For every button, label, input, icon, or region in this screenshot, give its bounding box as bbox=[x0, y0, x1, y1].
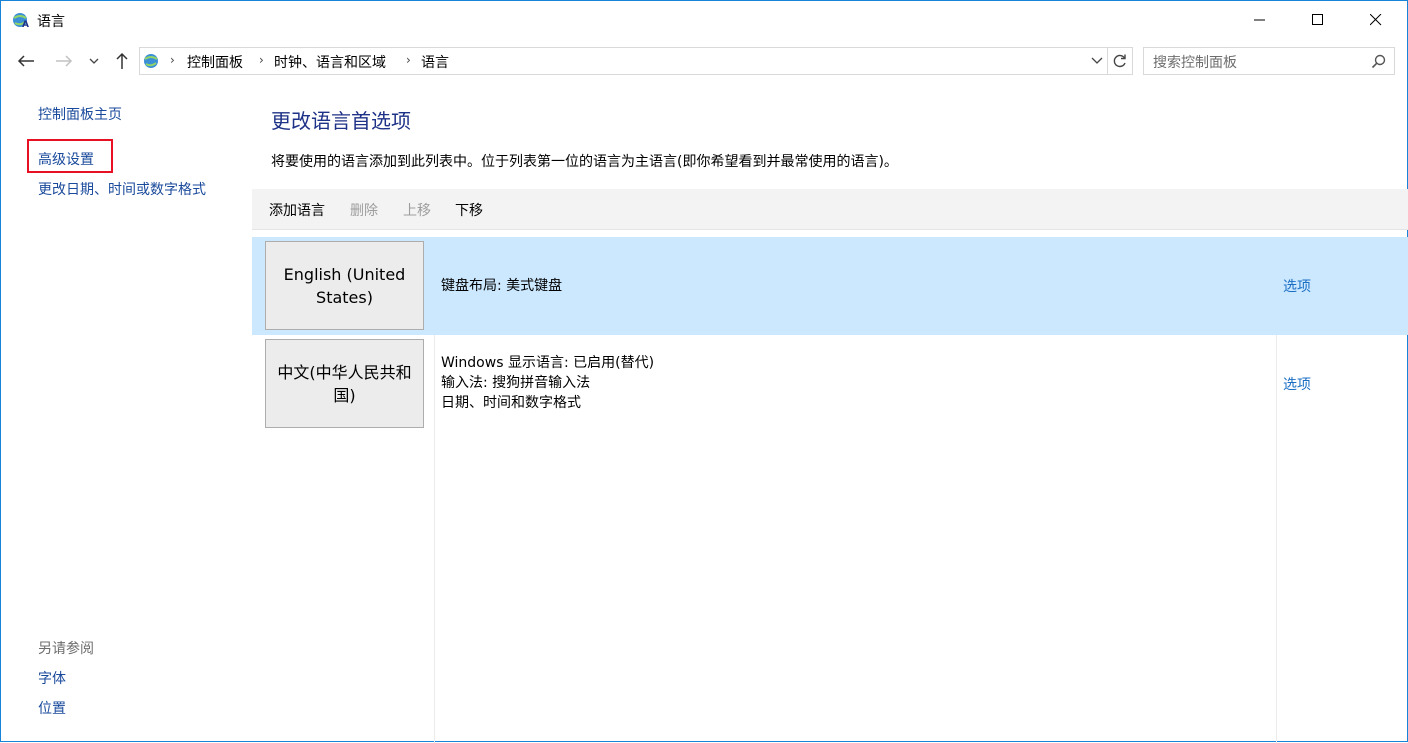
move-down-button[interactable]: 下移 bbox=[455, 200, 483, 220]
language-window: A 语言 › 控制面板 › 时钟、语言和区域 › 语言 搜索控制面板 控制面板主… bbox=[0, 0, 1408, 743]
breadcrumb-language[interactable]: 语言 bbox=[421, 52, 449, 72]
close-icon bbox=[1370, 14, 1382, 26]
search-icon[interactable] bbox=[1371, 54, 1386, 73]
sidebar-link-control-panel-home[interactable]: 控制面板主页 bbox=[38, 104, 122, 124]
language-button-english[interactable]: English (United States) bbox=[265, 241, 424, 330]
minimize-icon bbox=[1254, 19, 1265, 21]
see-also-link-location[interactable]: 位置 bbox=[38, 698, 66, 718]
chevron-right-icon[interactable]: › bbox=[406, 53, 411, 67]
move-up-button[interactable]: 上移 bbox=[403, 200, 431, 220]
up-arrow-icon bbox=[116, 52, 128, 69]
language-details: 键盘布局: 美式键盘 bbox=[441, 276, 562, 296]
language-list: English (United States) 键盘布局: 美式键盘 选项 中文… bbox=[252, 237, 1408, 743]
chevron-right-icon: › bbox=[170, 53, 175, 67]
see-also-link-fonts[interactable]: 字体 bbox=[38, 668, 66, 688]
language-detail-line: 键盘布局: 美式键盘 bbox=[441, 278, 563, 294]
language-details: Windows 显示语言: 已启用(替代) 输入法: 搜狗拼音输入法 日期、时间… bbox=[441, 353, 654, 413]
svg-text:A: A bbox=[22, 20, 29, 30]
page-description: 将要使用的语言添加到此列表中。位于列表第一位的语言为主语言(即你希望看到并最常使… bbox=[271, 154, 898, 170]
language-row-english[interactable]: English (United States) 键盘布局: 美式键盘 选项 bbox=[252, 237, 1408, 335]
page-title: 更改语言首选项 bbox=[271, 109, 411, 133]
forward-arrow-icon bbox=[56, 55, 73, 67]
language-options-link[interactable]: 选项 bbox=[1283, 276, 1311, 296]
address-dropdown-button[interactable] bbox=[1086, 48, 1108, 74]
title-bar[interactable]: A 语言 bbox=[1, 1, 1407, 39]
language-toolbar: 添加语言 删除 上移 下移 bbox=[252, 189, 1408, 230]
forward-button[interactable] bbox=[51, 48, 77, 74]
control-panel-icon bbox=[142, 51, 162, 71]
back-arrow-icon bbox=[17, 55, 34, 67]
language-options-link[interactable]: 选项 bbox=[1283, 374, 1311, 394]
refresh-icon bbox=[1113, 54, 1126, 68]
maximize-button[interactable] bbox=[1289, 1, 1347, 39]
up-button[interactable] bbox=[109, 48, 135, 74]
highlight-box bbox=[27, 139, 113, 173]
add-language-button[interactable]: 添加语言 bbox=[269, 200, 325, 220]
search-input[interactable]: 搜索控制面板 bbox=[1153, 52, 1237, 72]
sidebar-link-change-date-time-format[interactable]: 更改日期、时间或数字格式 bbox=[38, 179, 206, 199]
breadcrumb-control-panel[interactable]: 控制面板 bbox=[187, 52, 243, 72]
maximize-icon bbox=[1312, 14, 1323, 25]
close-button[interactable] bbox=[1347, 1, 1405, 39]
minimize-button[interactable] bbox=[1231, 1, 1289, 39]
window-title: 语言 bbox=[37, 14, 65, 30]
chevron-right-icon[interactable]: › bbox=[259, 53, 264, 67]
address-bar[interactable]: › 控制面板 › 时钟、语言和区域 › 语言 bbox=[139, 47, 1133, 75]
language-detail-line: 输入法: 搜狗拼音输入法 bbox=[441, 375, 591, 391]
chevron-down-icon bbox=[89, 58, 99, 64]
language-detail-line: Windows 显示语言: 已启用(替代) bbox=[441, 355, 655, 371]
recent-locations-button[interactable] bbox=[81, 48, 107, 74]
language-globe-icon: A bbox=[11, 10, 31, 30]
see-also-heading: 另请参阅 bbox=[38, 641, 94, 657]
chevron-down-icon bbox=[1091, 57, 1103, 64]
language-row-chinese[interactable]: 中文(中华人民共和国) Windows 显示语言: 已启用(替代) 输入法: 搜… bbox=[252, 335, 1408, 433]
remove-button[interactable]: 删除 bbox=[350, 200, 378, 220]
breadcrumb-clock-language-region[interactable]: 时钟、语言和区域 bbox=[274, 52, 386, 72]
language-detail-line: 日期、时间和数字格式 bbox=[441, 395, 581, 411]
language-button-chinese[interactable]: 中文(中华人民共和国) bbox=[265, 339, 424, 428]
refresh-button[interactable] bbox=[1107, 48, 1132, 74]
search-box[interactable]: 搜索控制面板 bbox=[1143, 47, 1395, 75]
back-button[interactable] bbox=[13, 48, 39, 74]
